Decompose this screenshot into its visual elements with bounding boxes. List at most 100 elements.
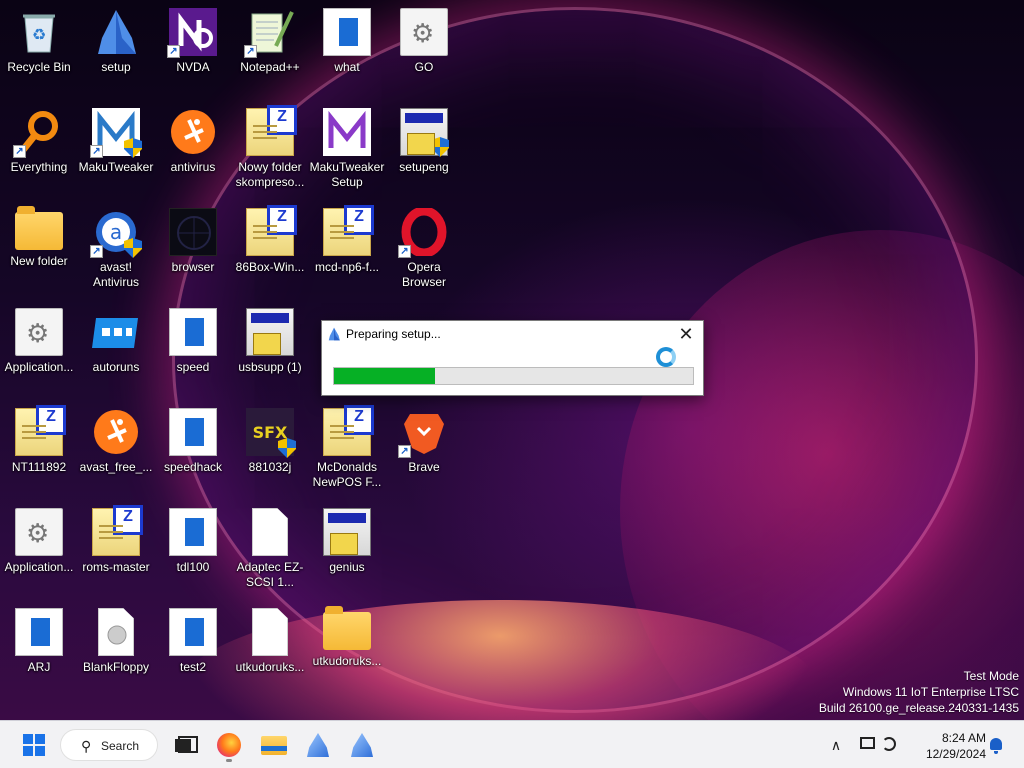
task-view-icon[interactable] <box>170 729 198 761</box>
desktop-icon-nowy-folder[interactable]: Nowy folder skompreso... <box>231 100 309 196</box>
desktop-icon-usbsupp[interactable]: usbsupp (1) <box>231 300 309 396</box>
desktop-icon-makutweaker-setup[interactable]: MakuTweaker Setup <box>308 100 386 196</box>
desktop-icon-label: NT111892 <box>11 460 67 474</box>
desktop-icon-setupeng[interactable]: setupeng <box>385 100 463 196</box>
desktop-icon-nvda[interactable]: ↗ NVDA <box>154 0 232 96</box>
desktop-icon-label: speedhack <box>163 460 223 474</box>
avast-icon <box>169 108 217 156</box>
desktop-icon-label: MakuTweaker Setup <box>309 160 385 189</box>
desktop-icon-what[interactable]: what <box>308 0 386 96</box>
desktop-icon-mcdonalds[interactable]: McDonalds NewPOS F... <box>308 400 386 496</box>
firefox-icon[interactable] <box>213 729 245 762</box>
desktop-icon-go[interactable]: ⚙ GO <box>385 0 463 96</box>
installer-icon <box>246 308 294 356</box>
desktop-icon-roms-master[interactable]: roms-master <box>77 500 155 596</box>
test-mode-watermark: Test Mode Windows 11 IoT Enterprise LTSC… <box>819 668 1019 716</box>
desktop-icon-everything[interactable]: ↗ Everything <box>0 100 78 196</box>
watermark-line: Test Mode <box>963 669 1019 683</box>
desktop-icon-tdl100[interactable]: tdl100 <box>154 500 232 596</box>
clock-date: 12/29/2024 <box>925 747 986 761</box>
desktop-icon-label: genius <box>329 560 365 574</box>
desktop-icon-label: GO <box>414 60 434 74</box>
uac-shield-icon <box>431 137 449 157</box>
desktop-icon-86box[interactable]: 86Box-Win... <box>231 200 309 296</box>
setup-taskbar-button-2[interactable] <box>346 729 378 761</box>
desktop-icon-label: what <box>334 60 360 74</box>
desktop-icon-adaptec[interactable]: Adaptec EZ-SCSI 1... <box>231 500 309 596</box>
desktop-icon-label: BlankFloppy <box>82 660 150 674</box>
setup-taskbar-button-1[interactable] <box>302 729 334 761</box>
desktop-icon-label: roms-master <box>82 560 150 574</box>
notification-bell-icon[interactable] <box>986 729 1006 761</box>
file-explorer-icon[interactable] <box>258 729 290 761</box>
desktop-icon-recycle-bin[interactable]: ♻ Recycle Bin <box>0 0 78 96</box>
desktop-icon-label: mcd-np6-f... <box>314 260 380 274</box>
zip-folder-icon <box>323 405 374 456</box>
zip-folder-icon <box>246 205 297 256</box>
desktop-icon-opera[interactable]: ↗ Opera Browser <box>385 200 463 296</box>
setup-icon <box>327 327 341 341</box>
desktop-icon-new-folder[interactable]: New folder <box>0 200 78 296</box>
desktop-icon-label: ARJ <box>27 660 51 674</box>
loading-spinner-icon <box>656 347 676 367</box>
autoruns-icon <box>92 308 140 356</box>
makutweaker-icon: ↗ <box>90 108 142 158</box>
desktop-icon-antivirus[interactable]: antivirus <box>154 100 232 196</box>
desktop-icon-notepad-plus-plus[interactable]: ↗ Notepad++ <box>231 0 309 96</box>
desktop-icon-application-2[interactable]: ⚙ Application... <box>0 500 78 596</box>
desktop-icon-test2[interactable]: test2 <box>154 600 232 696</box>
desktop-icon-label: Opera Browser <box>401 260 446 289</box>
makutweaker-setup-icon <box>323 108 371 156</box>
desktop-icon-autoruns[interactable]: autoruns <box>77 300 155 396</box>
desktop-icon-utkudoruks-folder[interactable]: utkudoruks... <box>308 600 386 696</box>
desktop-icon-avast-antivirus[interactable]: a ↗ avast! Antivirus <box>77 200 155 296</box>
document-icon <box>169 308 217 356</box>
desktop-icon-genius[interactable]: genius <box>308 500 386 596</box>
firefox-logo <box>217 733 241 757</box>
avast-icon <box>92 408 140 456</box>
preparing-setup-dialog[interactable]: Preparing setup... ✕ <box>321 320 704 396</box>
close-icon[interactable]: ✕ <box>675 323 697 345</box>
running-indicator <box>226 759 232 762</box>
start-button[interactable] <box>18 729 50 761</box>
desktop-icon-label: usbsupp (1) <box>238 360 302 374</box>
desktop-icon-nt111892[interactable]: NT111892 <box>0 400 78 496</box>
folder-icon <box>261 736 287 755</box>
desktop-icon-makutweaker[interactable]: ↗ MakuTweaker <box>77 100 155 196</box>
desktop-icon-blankfloppy[interactable]: BlankFloppy <box>77 600 155 696</box>
clock-time: 8:24 AM <box>941 731 986 745</box>
document-icon <box>323 8 371 56</box>
desktop: ♻ Recycle Bin setup ↗ NVDA ↗ Notepad++ w… <box>0 0 1024 720</box>
desktop-icon-browser[interactable]: browser <box>154 200 232 296</box>
desktop-icon-label: setup <box>101 60 131 74</box>
desktop-icon-label: NVDA <box>176 60 210 74</box>
desktop-icon-utkudoruks-file[interactable]: utkudoruks... <box>231 600 309 696</box>
zip-folder-icon <box>15 405 66 456</box>
desktop-icon-setup[interactable]: setup <box>77 0 155 96</box>
search-icon: ⚲ <box>81 738 92 754</box>
desktop-icon-speed[interactable]: speed <box>154 300 232 396</box>
desktop-icon-881032j[interactable]: SFX 881032j <box>231 400 309 496</box>
desktop-icon-mcd-np6[interactable]: mcd-np6-f... <box>308 200 386 296</box>
taskbar-search[interactable]: ⚲ Search <box>60 729 158 761</box>
desktop-icon-label: Brave <box>408 460 440 474</box>
desktop-icon-label: avast! Antivirus <box>92 260 139 289</box>
desktop-icon-brave[interactable]: ↗ Brave <box>385 400 463 496</box>
desktop-icon-speedhack[interactable]: speedhack <box>154 400 232 496</box>
desktop-icon-label: Application... <box>4 360 74 374</box>
desktop-icon-avast-free[interactable]: avast_free_... <box>77 400 155 496</box>
sfx-archive-icon: SFX <box>246 408 296 458</box>
system-tray-icons[interactable] <box>858 729 902 761</box>
svg-text:SFX: SFX <box>253 423 288 442</box>
desktop-icon-application-1[interactable]: ⚙ Application... <box>0 300 78 396</box>
taskbar-clock[interactable]: 8:24 AM 12/29/2024 <box>912 729 986 761</box>
desktop-icon-arj[interactable]: ARJ <box>0 600 78 696</box>
desktop-icon-label: autoruns <box>92 360 140 374</box>
chevron-up-icon[interactable]: ∧ <box>826 729 846 761</box>
zip-folder-icon <box>246 105 297 156</box>
desktop-icon-label: setupeng <box>399 160 449 174</box>
progress-fill <box>334 368 435 384</box>
document-icon <box>169 508 217 556</box>
taskbar: ⚲ Search ∧ 8:24 AM 12/29/2024 <box>0 720 1024 768</box>
setup-icon <box>307 733 329 757</box>
